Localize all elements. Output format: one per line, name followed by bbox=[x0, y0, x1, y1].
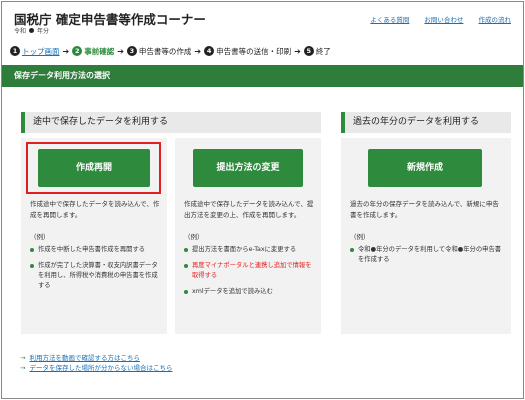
era-label: 令和 bbox=[14, 28, 27, 35]
example-list: 作成を中断した申告書作成を再開する 作成が完了した決算書・収支内訳書データを利用… bbox=[30, 245, 161, 297]
card-description: 過去の年分の保存データを読み込んで、新規に申告書を作成します。 bbox=[350, 200, 499, 219]
example-list: 提出方法を書面からe-Taxに変更する 再度マイナポータルと連携し追加で情報を取… bbox=[184, 245, 315, 303]
example-label: （例） bbox=[30, 233, 50, 241]
step-1-number: 1 bbox=[10, 46, 20, 56]
arrow-right-icon: ➔ bbox=[294, 46, 301, 56]
save-location-help-link[interactable]: → データを保存した場所が分からない場合はこちら bbox=[20, 363, 172, 373]
step-4-number: 4 bbox=[204, 46, 215, 56]
list-item: 提出方法を書面からe-Taxに変更する bbox=[184, 245, 315, 255]
step-4-label: 申告書等の送信・印刷 bbox=[216, 46, 292, 56]
faq-link[interactable]: よくある質問 bbox=[370, 16, 409, 24]
step-3-label: 申告書等の作成 bbox=[138, 46, 192, 56]
step-2-label: 事前確認 bbox=[84, 46, 115, 56]
contact-link[interactable]: お問い合わせ bbox=[424, 16, 463, 24]
list-item: 再度マイナポータルと連携し追加で情報を取得する bbox=[184, 261, 315, 281]
step-2-number: 2 bbox=[72, 46, 83, 56]
list-item: 作成が完了した決算書・収支内訳書データを利用し、所得税や消費税の申告書を作成する bbox=[30, 261, 161, 291]
section-title-past-year: 過去の年分のデータを利用する bbox=[341, 112, 511, 133]
list-item: xmlデータを追加で読み込む bbox=[184, 287, 315, 297]
step-3-number: 3 bbox=[126, 46, 137, 56]
page-frame: 国税庁 確定申告書等作成コーナー 令和 年分 よくある質問 お問い合わせ 作成の流… bbox=[1, 1, 524, 399]
card-description: 作成途中で保存したデータを読み込んで、提出方法を変更の上、作成を再開します。 bbox=[184, 200, 314, 219]
card-change-method: 提出方法の変更 作成途中で保存したデータを読み込んで、提出方法を変更の上、作成を… bbox=[175, 138, 321, 334]
tax-year-line: 令和 年分 bbox=[14, 26, 49, 35]
arrow-right-icon: ➔ bbox=[194, 46, 202, 56]
new-create-button[interactable]: 新規作成 bbox=[368, 149, 482, 187]
change-method-button[interactable]: 提出方法の変更 bbox=[193, 149, 303, 187]
year-placeholder-dot bbox=[29, 28, 35, 33]
step-indicator: 1 トップ画面 ➔ 2 事前確認 ➔ 3 申告書等の作成 ➔ 4 申告書等の送信… bbox=[10, 44, 331, 58]
page-banner: 保存データ利用方法の選択 bbox=[2, 65, 523, 87]
resume-button[interactable]: 作成再開 bbox=[38, 149, 150, 187]
example-label: （例） bbox=[350, 233, 370, 241]
example-label: （例） bbox=[184, 233, 204, 241]
save-location-help-label: データを保存した場所が分からない場合はこちら bbox=[29, 364, 173, 372]
video-guide-link[interactable]: → 利用方法を動画で確認する方はこちら bbox=[20, 353, 172, 363]
step-1-link[interactable]: トップ画面 bbox=[22, 46, 60, 57]
chevron-right-icon: → bbox=[20, 354, 26, 362]
step-5-label: 終了 bbox=[315, 46, 331, 56]
list-item: 作成を中断した申告書作成を再開する bbox=[30, 245, 161, 255]
year-label: 年分 bbox=[37, 28, 50, 35]
header-links: よくある質問 お問い合わせ 作成の流れ bbox=[357, 14, 511, 24]
video-guide-link-label: 利用方法を動画で確認する方はこちら bbox=[29, 354, 140, 362]
list-item: 令和●年分のデータを利用して令和●年分の申告書を作成する bbox=[350, 245, 505, 265]
step-5-number: 5 bbox=[303, 46, 314, 56]
arrow-right-icon: ➔ bbox=[62, 46, 70, 56]
section-title-saved-data: 途中で保存したデータを利用する bbox=[21, 112, 321, 133]
arrow-right-icon: ➔ bbox=[117, 46, 124, 56]
card-resume: 作成再開 作成途中で保存したデータを読み込んで、作成を再開します。 （例） 作成… bbox=[21, 138, 167, 334]
header: 国税庁 確定申告書等作成コーナー 令和 年分 よくある質問 お問い合わせ 作成の流… bbox=[2, 2, 523, 40]
chevron-right-icon: → bbox=[20, 364, 26, 372]
card-description: 作成途中で保存したデータを読み込んで、作成を再開します。 bbox=[30, 200, 160, 219]
example-list: 令和●年分のデータを利用して令和●年分の申告書を作成する bbox=[350, 245, 505, 271]
card-new: 新規作成 過去の年分の保存データを読み込んで、新規に申告書を作成します。 （例）… bbox=[341, 138, 511, 334]
footer-links: → 利用方法を動画で確認する方はこちら → データを保存した場所が分からない場合はこ… bbox=[20, 353, 172, 373]
flow-link[interactable]: 作成の流れ bbox=[479, 16, 512, 24]
